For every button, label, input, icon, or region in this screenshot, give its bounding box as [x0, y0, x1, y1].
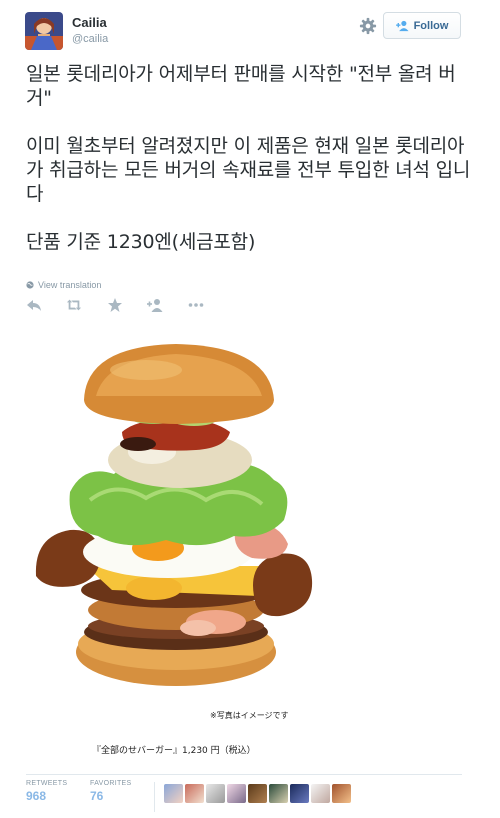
- avatar[interactable]: [290, 784, 309, 803]
- tweet-stats: RETWEETS 968 FAVORITES 76: [26, 780, 466, 816]
- divider: [26, 774, 462, 775]
- tweet-paragraph: 일본 롯데리아가 어제부터 판매를 시작한 "전부 올려 버거": [26, 63, 456, 109]
- avatar[interactable]: [185, 784, 204, 803]
- favorites-count: 76: [90, 789, 104, 803]
- globe-icon: [26, 281, 34, 289]
- reply-icon[interactable]: [26, 297, 42, 313]
- tweet-actions: [26, 297, 226, 315]
- retweet-stat[interactable]: RETWEETS 968: [26, 780, 67, 803]
- favorite-stat[interactable]: FAVORITES 76: [90, 780, 131, 803]
- avatar[interactable]: [164, 784, 183, 803]
- retweets-count: 968: [26, 789, 47, 803]
- avatar[interactable]: [227, 784, 246, 803]
- tweet-card: Cailia @cailia Follow 일본 롯데리아가 어제부터 판매를 …: [0, 0, 500, 818]
- photo-note: ※写真はイメージです: [210, 711, 289, 720]
- favorite-icon[interactable]: [107, 297, 123, 313]
- tweet-photo[interactable]: ※写真はイメージです 『全部のせバーガー』1,230 円（税込）: [26, 340, 466, 760]
- more-icon[interactable]: [188, 297, 204, 313]
- avatar[interactable]: [269, 784, 288, 803]
- follow-label: Follow: [413, 19, 449, 32]
- favorites-label: FAVORITES: [90, 780, 132, 787]
- burger-image: [35, 344, 313, 686]
- follow-icon[interactable]: [147, 297, 163, 313]
- tweet-header: Cailia @cailia Follow: [25, 12, 470, 52]
- follow-button[interactable]: Follow: [383, 12, 461, 39]
- retweets-label: RETWEETS: [26, 780, 68, 787]
- favoriter-avatars: [164, 784, 351, 803]
- avatar[interactable]: [248, 784, 267, 803]
- photo-caption: 『全部のせバーガー』1,230 円（税込）: [92, 746, 256, 756]
- stats-separator: [154, 782, 155, 812]
- add-user-icon: [395, 20, 409, 31]
- avatar[interactable]: [311, 784, 330, 803]
- retweet-icon[interactable]: [66, 297, 82, 313]
- user-handle[interactable]: @cailia: [72, 33, 108, 45]
- tweet-paragraph: 단품 기준 1230엔(세금포함): [26, 231, 256, 253]
- gear-icon[interactable]: [359, 17, 377, 35]
- avatar[interactable]: [206, 784, 225, 803]
- tweet-paragraph: 이미 월초부터 알려졌지만 이 제품은 현재 일본 롯데리아가 취급하는 모든 …: [26, 135, 471, 205]
- avatar[interactable]: [25, 12, 63, 50]
- avatar[interactable]: [332, 784, 351, 803]
- user-name[interactable]: Cailia: [72, 15, 107, 30]
- view-translation-link[interactable]: View translation: [26, 280, 101, 290]
- tweet-text: 일본 롯데리아가 어제부터 판매를 시작한 "전부 올려 버거" 이미 월초부터…: [26, 62, 476, 254]
- view-translation-label: View translation: [38, 280, 102, 290]
